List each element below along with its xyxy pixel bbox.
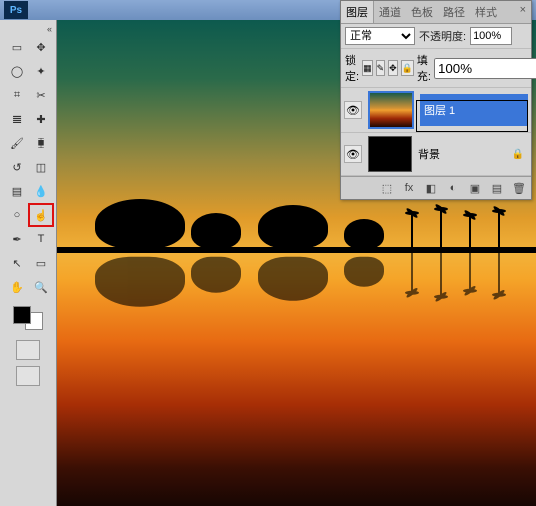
lock-transparency-icon[interactable]: ▦ — [362, 60, 373, 76]
crop-tool[interactable]: ⌗ — [5, 84, 29, 106]
lock-paint-icon[interactable]: ✎ — [376, 60, 386, 76]
eraser-tool[interactable]: ◫ — [29, 156, 53, 178]
trash-icon[interactable]: 🗑 — [511, 181, 527, 195]
new-layer-icon[interactable]: ▤ — [489, 181, 505, 195]
tool-palette: « ▭✥◯✦⌗✂𝌆✚🖌⧯↺◫▤💧○☝✒T↖▭✋🔍 — [0, 20, 57, 506]
lock-label: 锁定: — [345, 52, 359, 84]
eyedropper-tool[interactable]: 𝌆 — [5, 108, 29, 130]
pen-tool[interactable]: ✒ — [5, 228, 29, 250]
opacity-input[interactable] — [470, 27, 512, 45]
panel-tabs: 图层 通道 色板 路径 样式 × — [341, 1, 531, 24]
magic-wand-tool[interactable]: ✦ — [29, 60, 53, 82]
toolbar-collapse-icon[interactable]: « — [47, 24, 54, 34]
slice-tool[interactable]: ✂ — [29, 84, 53, 106]
visibility-toggle-icon[interactable]: 👁 — [344, 101, 362, 119]
lasso-tool[interactable]: ◯ — [5, 60, 29, 82]
group-icon[interactable]: ▣ — [467, 181, 483, 195]
mode-buttons — [16, 340, 40, 386]
app-logo-icon: Ps — [4, 1, 28, 19]
fill-input[interactable] — [434, 58, 536, 79]
color-swatches[interactable] — [13, 306, 43, 330]
marquee-tool[interactable]: ▭ — [5, 36, 29, 58]
lock-position-icon[interactable]: ✥ — [388, 60, 398, 76]
stamp-tool[interactable]: ⧯ — [29, 132, 53, 154]
hand-tool[interactable]: ✋ — [5, 276, 29, 298]
layer-thumbnail[interactable] — [368, 91, 414, 129]
visibility-toggle-icon[interactable]: 👁 — [344, 145, 362, 163]
blur-tool[interactable]: 💧 — [29, 180, 53, 202]
layer-thumbnail[interactable] — [368, 136, 412, 172]
panel-close-button[interactable]: × — [515, 1, 531, 23]
link-layers-icon[interactable]: ⬚ — [379, 181, 395, 195]
healing-tool[interactable]: ✚ — [29, 108, 53, 130]
blend-opacity-row: 正常 不透明度: — [341, 24, 531, 49]
burn-tool[interactable]: ☝ — [29, 204, 53, 226]
path-select-tool[interactable]: ↖ — [5, 252, 29, 274]
lock-all-icon[interactable]: 🔒 — [401, 60, 414, 76]
brush-tool[interactable]: 🖌 — [5, 132, 29, 154]
tab-styles[interactable]: 样式 — [470, 1, 502, 23]
quick-mask-button[interactable] — [16, 340, 40, 360]
opacity-label: 不透明度: — [419, 28, 466, 44]
shape-tool[interactable]: ▭ — [29, 252, 53, 274]
layer-row[interactable]: 👁 背景 🔒 — [341, 133, 531, 176]
gradient-tool[interactable]: ▤ — [5, 180, 29, 202]
fill-label: 填充: — [417, 52, 431, 84]
dodge-tool[interactable]: ○ — [5, 204, 29, 226]
layer-name-edit-box[interactable] — [416, 100, 528, 132]
layer-name[interactable]: 背景 — [418, 146, 512, 162]
tab-swatches[interactable]: 色板 — [406, 1, 438, 23]
screen-mode-button[interactable] — [16, 366, 40, 386]
move-tool[interactable]: ✥ — [29, 36, 53, 58]
fx-icon[interactable]: fx — [401, 181, 417, 195]
tab-paths[interactable]: 路径 — [438, 1, 470, 23]
foreground-color-swatch[interactable] — [13, 306, 31, 324]
panel-footer: ⬚ fx ◧ ◐ ▣ ▤ 🗑 — [341, 176, 531, 199]
history-brush-tool[interactable]: ↺ — [5, 156, 29, 178]
blend-mode-select[interactable]: 正常 — [345, 27, 415, 45]
adjustment-icon[interactable]: ◐ — [445, 181, 461, 195]
zoom-tool[interactable]: 🔍 — [29, 276, 53, 298]
tab-layers[interactable]: 图层 — [341, 1, 374, 23]
lock-icon: 🔒 — [512, 149, 524, 160]
app-window: Ps – □ × « ▭✥◯✦⌗✂𝌆✚🖌⧯↺◫▤💧○☝✒T↖▭✋🔍 — [0, 0, 536, 506]
mask-icon[interactable]: ◧ — [423, 181, 439, 195]
type-tool[interactable]: T — [29, 228, 53, 250]
lock-fill-row: 锁定: ▦ ✎ ✥ 🔒 填充: — [341, 49, 531, 88]
tab-channels[interactable]: 通道 — [374, 1, 406, 23]
